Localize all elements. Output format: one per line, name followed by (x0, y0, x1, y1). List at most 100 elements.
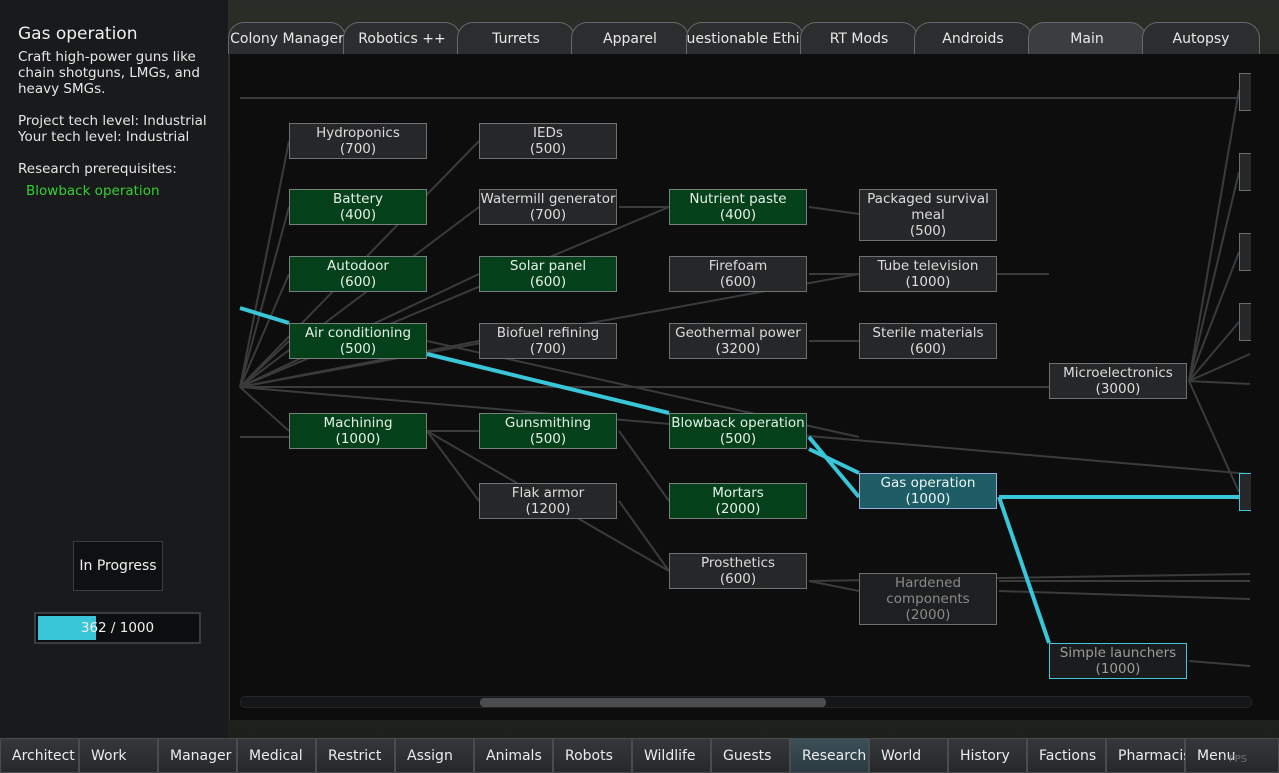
research-node-sterile[interactable]: Sterile materials (600) (859, 323, 997, 359)
bottom-tab-animals[interactable]: Animals (474, 738, 553, 773)
node-cost: (500) (529, 141, 567, 157)
node-cost: (500) (909, 223, 947, 239)
research-node-microelec[interactable]: Microelectronics (3000) (1049, 363, 1187, 399)
node-cost: (600) (909, 341, 947, 357)
highlight-path (239, 306, 290, 325)
research-node-flak[interactable]: Flak armor (1200) (479, 483, 617, 519)
node-label: Gunsmithing (504, 415, 592, 431)
connection-line (808, 206, 860, 215)
research-node-blowback[interactable]: Blowback operation (500) (669, 413, 807, 449)
bottom-tab-research[interactable]: Research (790, 738, 869, 773)
node-cost: (600) (529, 274, 567, 290)
bottom-tab-history[interactable]: History (948, 738, 1027, 773)
node-label: Blowback operation (671, 415, 805, 431)
connection-line (1188, 660, 1251, 667)
research-node-hydroponics[interactable]: Hydroponics (700) (289, 123, 427, 159)
connection-line (426, 430, 480, 502)
node-label: Packaged survival meal (867, 191, 989, 223)
tab-autopsy[interactable]: Autopsy (1142, 22, 1260, 54)
research-node-autodoor[interactable]: Autodoor (600) (289, 256, 427, 292)
research-node-hardened[interactable]: Hardened components (2000) (859, 573, 997, 625)
node-label: Machining (323, 415, 393, 431)
node-label: Biofuel refining (496, 325, 600, 341)
project-title: Gas operation (18, 24, 138, 44)
bottom-tab-restrict[interactable]: Restrict (316, 738, 395, 773)
node-label: Prosthetics (700, 555, 776, 571)
bottom-tab-medical[interactable]: Medical (237, 738, 316, 773)
research-node-mortars[interactable]: Mortars (2000) (669, 483, 807, 519)
connection-line (1188, 380, 1251, 385)
node-label: Gas operation (880, 475, 976, 491)
bottom-tab-guests[interactable]: Guests (711, 738, 790, 773)
research-node-nutrient[interactable]: Nutrient paste (400) (669, 189, 807, 225)
node-cost: (600) (719, 274, 757, 290)
node-label: IEDs (533, 125, 563, 141)
node-cost: (700) (529, 341, 567, 357)
scrollbar-thumb[interactable] (480, 698, 826, 707)
research-progress-bar: 362 / 1000 (34, 612, 201, 644)
research-node-gasop[interactable]: Gas operation (1000) (859, 473, 997, 509)
tab-rt-mods[interactable]: RT Mods (800, 22, 918, 54)
node-label: Firefoam (708, 258, 768, 274)
research-node-tubetv[interactable]: Tube television (1000) (859, 256, 997, 292)
progress-text: 362 / 1000 (80, 620, 155, 636)
connection-line (1188, 171, 1240, 382)
node-cost: (1000) (905, 491, 951, 507)
node-cost: (2000) (715, 501, 761, 517)
bottom-tab-robots[interactable]: Robots (553, 738, 632, 773)
node-label: Nutrient paste (689, 191, 787, 207)
connection-line (808, 580, 860, 592)
tab-apparel[interactable]: Apparel (571, 22, 689, 54)
research-tree[interactable]: Hydroponics (700) Battery (400) Autodoor (600… (229, 54, 1279, 720)
node-label: Air conditioning (304, 325, 412, 341)
node-cost: (400) (339, 207, 377, 223)
node-cost: (1200) (525, 501, 571, 517)
node-cost: (500) (339, 341, 377, 357)
research-node-packaged[interactable]: Packaged survival meal (500) (859, 189, 997, 241)
research-node-aircon[interactable]: Air conditioning (500) (289, 323, 427, 359)
bottom-tab-pharmacist[interactable]: Pharmacist (1106, 738, 1196, 773)
tab-androids[interactable]: Androids (914, 22, 1032, 54)
node-cost: (1000) (905, 274, 951, 290)
research-node-solar[interactable]: Solar panel (600) (479, 256, 617, 292)
connection-line (239, 206, 480, 388)
connection-line (1188, 380, 1240, 493)
node-label: Tube television (877, 258, 979, 274)
connection-line (618, 500, 670, 572)
project-description: Craft high-power guns like chain shotgun… (18, 49, 200, 97)
research-node-simplelaunch[interactable]: Simple launchers (1000) (1049, 643, 1187, 679)
research-node-machining[interactable]: Machining (1000) (289, 413, 427, 449)
bottom-tab-factions[interactable]: Factions (1027, 738, 1106, 773)
bottom-tab-world[interactable]: World (869, 738, 948, 773)
research-node-watermill[interactable]: Watermill generator (700) (479, 189, 617, 225)
tab-robotics-[interactable]: Robotics ++ (343, 22, 461, 54)
bottom-tab-wildlife[interactable]: Wildlife (632, 738, 711, 773)
research-node-battery[interactable]: Battery (400) (289, 189, 427, 225)
tab-questionable-ethics[interactable]: Questionable Ethics (686, 22, 804, 54)
tab-turrets[interactable]: Turrets (457, 22, 575, 54)
research-node-biofuel[interactable]: Biofuel refining (700) (479, 323, 617, 359)
bottom-tab-architect[interactable]: Architect (0, 738, 79, 773)
bottom-tab-manager[interactable]: Manager (158, 738, 237, 773)
node-cost: (3200) (715, 341, 761, 357)
node-label: Flak armor (511, 485, 585, 501)
bottom-tab-assign[interactable]: Assign (395, 738, 474, 773)
research-node-prosthetics[interactable]: Prosthetics (600) (669, 553, 807, 589)
tab-main[interactable]: Main (1028, 22, 1146, 54)
node-cost: (700) (339, 141, 377, 157)
tab-colony-manager[interactable]: Colony Manager (228, 22, 346, 54)
prerequisites-header: Research prerequisites: (18, 161, 177, 177)
research-node-firefoam[interactable]: Firefoam (600) (669, 256, 807, 292)
node-label: Simple launchers (1059, 645, 1177, 661)
node-label: Autodoor (327, 258, 389, 274)
connection-line (618, 430, 670, 502)
in-progress-button[interactable]: In Progress (73, 541, 163, 591)
research-node-gunsmithing[interactable]: Gunsmithing (500) (479, 413, 617, 449)
node-label: Watermill generator (480, 191, 616, 207)
research-node-ieds[interactable]: IEDs (500) (479, 123, 617, 159)
bottom-tab-work[interactable]: Work (79, 738, 158, 773)
connection-line (1188, 89, 1240, 382)
node-label: Geothermal power (675, 325, 801, 341)
highlight-path (997, 496, 1051, 644)
research-node-geothermal[interactable]: Geothermal power (3200) (669, 323, 807, 359)
